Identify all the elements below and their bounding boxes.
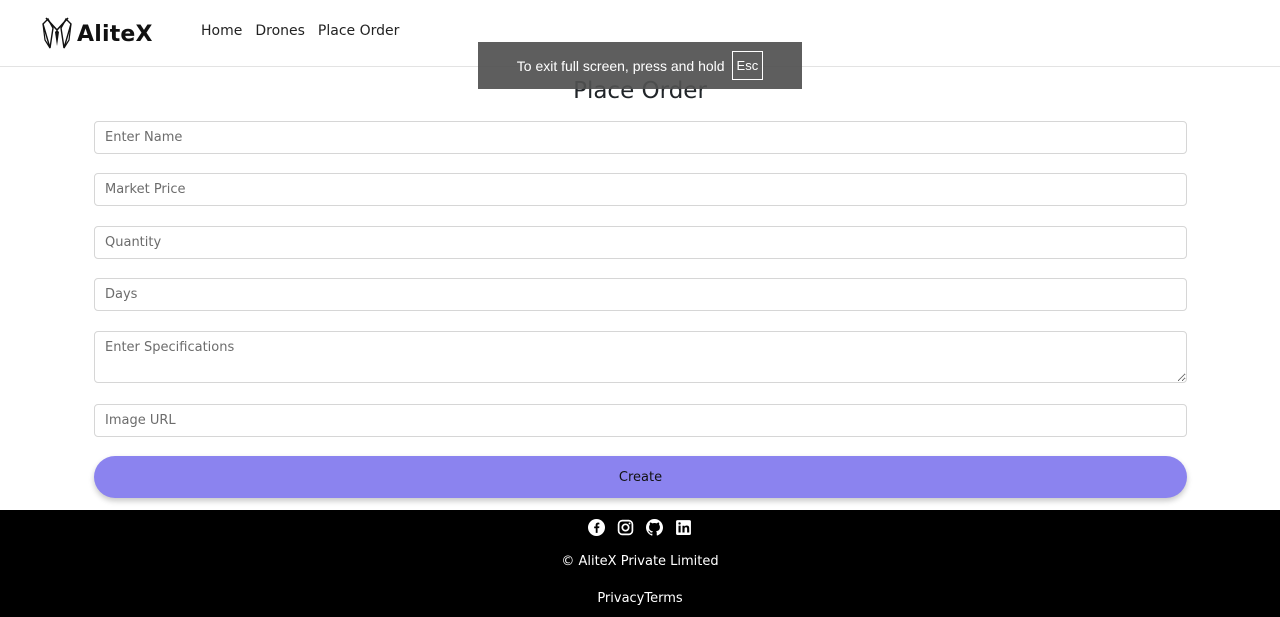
brand[interactable]: AliteX [42, 15, 153, 53]
footer: © AliteX Private Limited PrivacyTerms [0, 510, 1280, 617]
tuxedo-logo-icon [42, 17, 72, 49]
linkedin-icon[interactable] [675, 519, 692, 536]
github-icon[interactable] [646, 519, 663, 536]
copyright-text: © AliteX Private Limited [561, 554, 719, 569]
fullscreen-notice-text: To exit full screen, press and hold [516, 57, 725, 74]
brand-name: AliteX [77, 21, 153, 47]
name-input[interactable] [94, 121, 1187, 154]
legal-links: PrivacyTerms [0, 591, 1280, 606]
specifications-textarea[interactable] [94, 331, 1187, 383]
market-price-input[interactable] [94, 173, 1187, 206]
social-links [0, 519, 1280, 536]
nav-links: Home Drones Place Order [201, 23, 399, 39]
nav-place-order[interactable]: Place Order [318, 23, 399, 39]
nav-home[interactable]: Home [201, 23, 242, 39]
quantity-input[interactable] [94, 226, 1187, 259]
image-url-input[interactable] [94, 404, 1187, 437]
instagram-icon[interactable] [617, 519, 634, 536]
fullscreen-exit-notice: To exit full screen, press and hold Esc [478, 42, 802, 89]
terms-link[interactable]: Terms [644, 591, 682, 606]
esc-key-badge: Esc [731, 51, 764, 80]
days-input[interactable] [94, 278, 1187, 311]
privacy-link[interactable]: Privacy [597, 591, 644, 606]
facebook-icon[interactable] [588, 519, 605, 536]
create-button[interactable]: Create [94, 456, 1187, 498]
nav-drones[interactable]: Drones [255, 23, 305, 39]
